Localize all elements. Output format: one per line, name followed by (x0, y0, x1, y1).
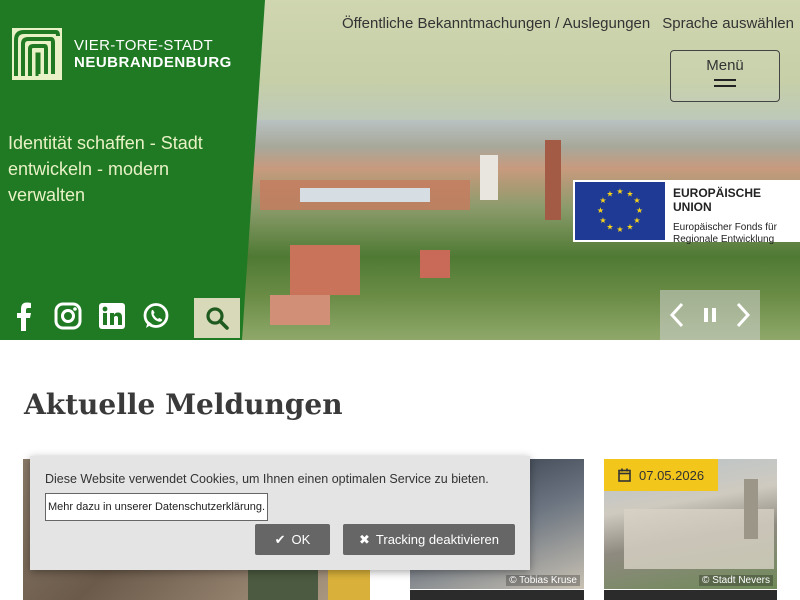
house-building (290, 245, 360, 295)
svg-text:★: ★ (606, 223, 613, 232)
house-building (420, 250, 450, 278)
cookie-banner: Diese Website verwendet Cookies, um Ihne… (30, 456, 530, 570)
top-navigation: Öffentliche Bekanntmachungen / Auslegung… (342, 15, 794, 32)
close-icon: ✖ (359, 531, 370, 547)
hero-slider: VIER-TORE-STADT NEUBRANDENBURG Identität… (0, 0, 800, 340)
eu-subtitle: Europäischer Fonds für Regionale Entwick… (673, 222, 777, 245)
ok-label: OK (291, 532, 311, 547)
svg-text:★: ★ (597, 206, 604, 215)
calendar-icon (618, 468, 631, 482)
instagram-icon[interactable] (54, 300, 82, 332)
cookie-message: Diese Website verwendet Cookies, um Ihne… (45, 472, 489, 486)
svg-text:★: ★ (636, 206, 643, 215)
city-logo[interactable]: VIER-TORE-STADT NEUBRANDENBURG (12, 28, 232, 80)
church-tower (545, 140, 561, 220)
disable-tracking-label: Tracking deaktivieren (375, 532, 499, 547)
card-title-strip (410, 590, 584, 600)
svg-text:★: ★ (606, 190, 613, 199)
photo-credit: © Tobias Kruse (506, 575, 580, 586)
cookie-ok-button[interactable]: ✔ OK (255, 524, 330, 555)
search-button[interactable] (194, 298, 240, 338)
whatsapp-icon[interactable] (142, 300, 170, 332)
date-badge: 07.05.2026 (604, 459, 718, 491)
news-card[interactable]: 07.05.2026 © Stadt Nevers (604, 459, 777, 589)
menu-label: Menü (706, 57, 744, 74)
eu-text: EUROPÄISCHE UNION Europäischer Fonds für… (667, 180, 800, 245)
privacy-policy-link[interactable]: Mehr dazu in unserer Datenschutzerklärun… (45, 493, 268, 521)
prev-arrow-icon[interactable] (669, 302, 685, 328)
logo-line2: NEUBRANDENBURG (74, 54, 232, 71)
tower-building (480, 155, 498, 200)
check-icon: ✔ (274, 531, 286, 547)
logo-text: VIER-TORE-STADT NEUBRANDENBURG (74, 37, 232, 71)
svg-text:★: ★ (633, 196, 640, 205)
eu-flag-icon: ★ ★ ★ ★ ★ ★ ★ ★ ★ ★ ★ ★ (575, 182, 665, 240)
svg-text:★: ★ (633, 216, 640, 225)
disable-tracking-button[interactable]: ✖ Tracking deaktivieren (343, 524, 515, 555)
nav-announcements[interactable]: Öffentliche Bekanntmachungen / Auslegung… (342, 15, 650, 32)
city-hall-roof (300, 188, 430, 202)
search-icon (206, 307, 229, 330)
svg-text:★: ★ (626, 223, 633, 232)
menu-button[interactable]: Menü (670, 50, 780, 102)
logo-mark-icon (12, 28, 62, 80)
slider-controls (660, 290, 760, 340)
linkedin-icon[interactable] (98, 300, 126, 332)
house-building (270, 295, 330, 325)
card-title-strip (604, 590, 777, 600)
section-title: Aktuelle Meldungen (24, 388, 343, 421)
svg-text:★: ★ (599, 216, 606, 225)
facebook-icon[interactable] (10, 300, 38, 332)
hamburger-icon (714, 79, 736, 87)
svg-text:★: ★ (616, 225, 623, 234)
next-arrow-icon[interactable] (735, 302, 751, 328)
svg-text:★: ★ (616, 187, 623, 196)
card-image (744, 479, 758, 539)
eu-funding-badge: ★ ★ ★ ★ ★ ★ ★ ★ ★ ★ ★ ★ EUROPÄISCHE UNION Europä… (573, 180, 800, 245)
eu-title: EUROPÄISCHE UNION (673, 186, 762, 214)
card-image (328, 569, 370, 600)
language-select[interactable]: Sprache auswählen (662, 15, 794, 32)
tagline: Identität schaffen - Stadt entwickeln - … (8, 133, 203, 205)
social-links (10, 300, 170, 332)
photo-credit: © Stadt Nevers (699, 575, 773, 586)
card-date: 07.05.2026 (639, 467, 705, 483)
logo-line1: VIER-TORE-STADT (74, 37, 213, 54)
card-image (248, 569, 318, 600)
pause-icon[interactable] (702, 307, 718, 323)
